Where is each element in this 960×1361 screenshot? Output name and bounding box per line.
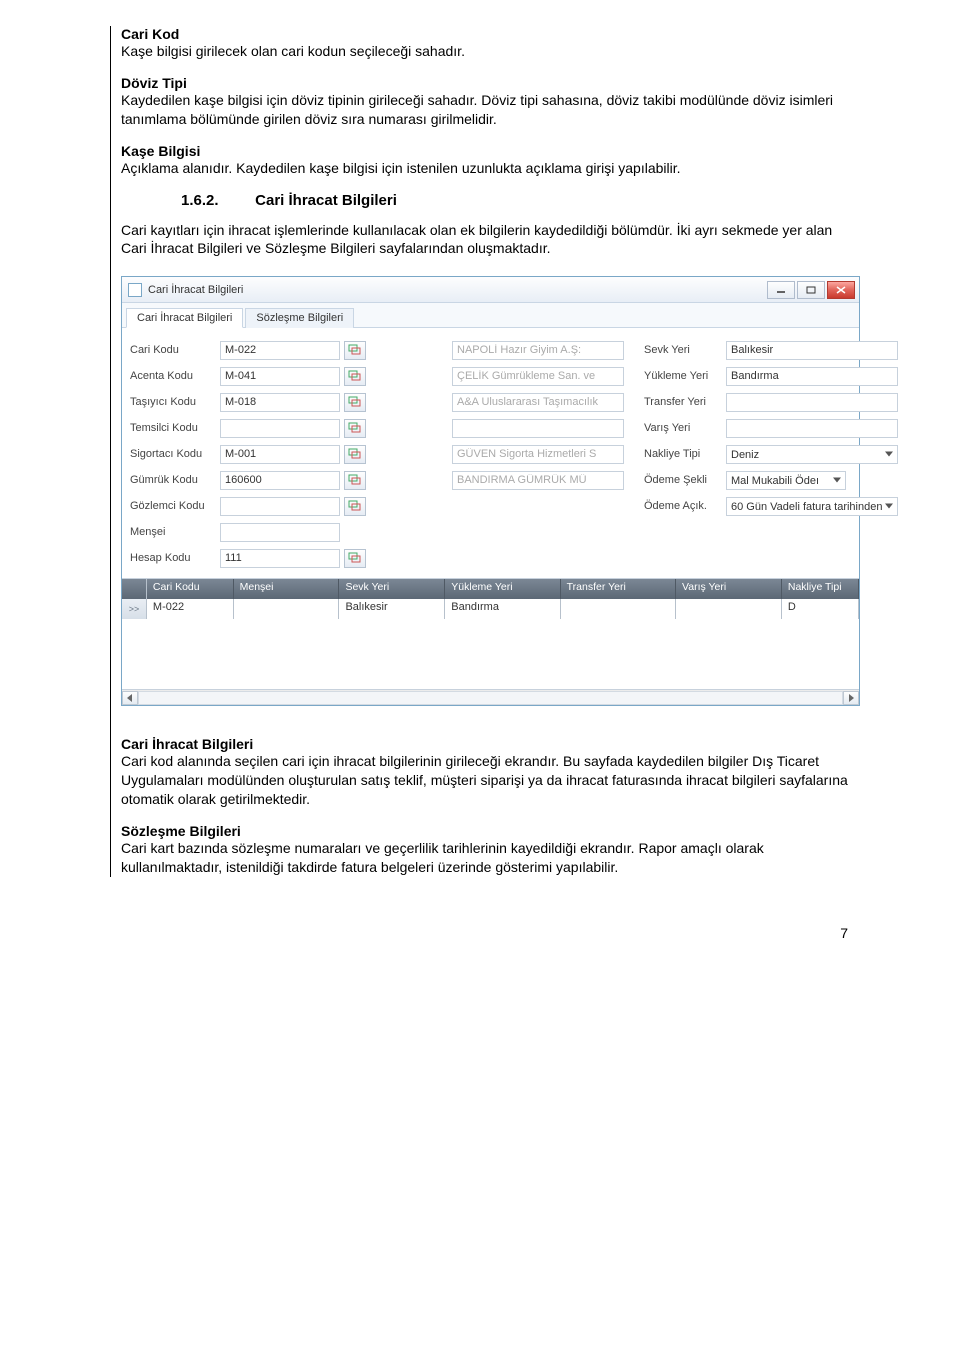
data-grid: Cari Kodu Menşei Sevk Yeri Yükleme Yeri … [122, 578, 859, 705]
scroll-right-icon[interactable] [843, 691, 859, 705]
label-cari-kodu: Cari Kodu [130, 344, 216, 356]
input-sigortaci-kodu[interactable] [220, 445, 340, 464]
readonly-temsilci-desc [452, 419, 624, 438]
label-gumruk-kodu: Gümrük Kodu [130, 474, 216, 486]
paragraph-sozlesme: Cari kart bazında sözleşme numaraları ve… [121, 839, 860, 877]
lookup-gumruk-kodu[interactable] [344, 471, 366, 490]
paragraph-intro: Cari kayıtları için ihracat işlemlerinde… [121, 221, 860, 259]
row-marker-icon: >> [122, 599, 147, 619]
input-hesap-kodu[interactable] [220, 549, 340, 568]
window-titlebar: Cari İhracat Bilgileri [122, 277, 859, 303]
readonly-acenta-desc [452, 367, 624, 386]
grid-header-sevk-yeri[interactable]: Sevk Yeri [339, 579, 445, 599]
cell-yukleme-yeri[interactable]: Bandırma [445, 599, 560, 619]
lookup-sigortaci-kodu[interactable] [344, 445, 366, 464]
label-gozlemci-kodu: Gözlemci Kodu [130, 500, 216, 512]
heading-sozlesme: Sözleşme Bilgileri [121, 823, 860, 839]
cell-nakliye-tipi[interactable]: D [782, 599, 859, 619]
app-icon [128, 283, 142, 297]
subchapter-title: Cari İhracat Bilgileri [255, 192, 397, 209]
input-temsilci-kodu[interactable] [220, 419, 340, 438]
grid-gutter-head [122, 579, 147, 599]
lookup-gozlemci-kodu[interactable] [344, 497, 366, 516]
label-acenta-kodu: Acenta Kodu [130, 370, 216, 382]
input-tasiyici-kodu[interactable] [220, 393, 340, 412]
readonly-sigortaci-desc [452, 445, 624, 464]
heading-cari-ihracat: Cari İhracat Bilgileri [121, 736, 860, 752]
label-odeme-sekli: Ödeme Şekli [644, 474, 722, 486]
app-window: Cari İhracat Bilgileri Cari İhracat Bilg… [121, 276, 860, 706]
paragraph-kase-bilgisi: Açıklama alanıdır. Kaydedilen kaşe bilgi… [121, 159, 860, 178]
grid-header-yukleme-yeri[interactable]: Yükleme Yeri [445, 579, 560, 599]
grid-header-transfer-yeri[interactable]: Transfer Yeri [561, 579, 676, 599]
input-transfer-yeri[interactable] [726, 393, 898, 412]
form-area: Cari Kodu Acenta Kodu Taşıyıcı Kodu [122, 328, 859, 578]
grid-header-cari-kodu[interactable]: Cari Kodu [147, 579, 234, 599]
lookup-temsilci-kodu[interactable] [344, 419, 366, 438]
label-varis-yeri: Varış Yeri [644, 422, 722, 434]
subchapter-heading: 1.6.2. Cari İhracat Bilgileri [181, 192, 860, 209]
tab-strip: Cari İhracat Bilgileri Sözleşme Bilgiler… [122, 303, 859, 328]
cell-varis-yeri[interactable] [676, 599, 782, 619]
label-odeme-acik: Ödeme Açık. [644, 500, 722, 512]
scroll-track[interactable] [138, 691, 843, 705]
table-row[interactable]: >> M-022 Balıkesir Bandırma D [122, 599, 859, 619]
input-gumruk-kodu[interactable] [220, 471, 340, 490]
horizontal-scrollbar[interactable] [122, 689, 859, 705]
input-gozlemci-kodu[interactable] [220, 497, 340, 516]
input-sevk-yeri[interactable] [726, 341, 898, 360]
input-mensei[interactable] [220, 523, 340, 542]
input-acenta-kodu[interactable] [220, 367, 340, 386]
tab-sozlesme[interactable]: Sözleşme Bilgileri [245, 308, 354, 328]
readonly-cari-desc [452, 341, 624, 360]
label-transfer-yeri: Transfer Yeri [644, 396, 722, 408]
lookup-tasiyici-kodu[interactable] [344, 393, 366, 412]
label-hesap-kodu: Hesap Kodu [130, 552, 216, 564]
input-varis-yeri[interactable] [726, 419, 898, 438]
label-sigortaci-kodu: Sigortacı Kodu [130, 448, 216, 460]
label-temsilci-kodu: Temsilci Kodu [130, 422, 216, 434]
paragraph-doviz-tipi: Kaydedilen kaşe bilgisi için döviz tipin… [121, 91, 860, 129]
lookup-acenta-kodu[interactable] [344, 367, 366, 386]
grid-header-varis-yeri[interactable]: Varış Yeri [676, 579, 782, 599]
input-yukleme-yeri[interactable] [726, 367, 898, 386]
label-yukleme-yeri: Yükleme Yeri [644, 370, 722, 382]
heading-kase-bilgisi: Kaşe Bilgisi [121, 143, 860, 159]
grid-header-mensei[interactable]: Menşei [234, 579, 340, 599]
heading-cari-kod: Cari Kod [121, 26, 860, 42]
maximize-button[interactable] [797, 281, 825, 299]
page-number: 7 [110, 891, 860, 941]
window-title: Cari İhracat Bilgileri [148, 284, 243, 296]
label-nakliye-tipi: Nakliye Tipi [644, 448, 722, 460]
select-nakliye-tipi[interactable]: Deniz [726, 445, 898, 464]
readonly-gumruk-desc [452, 471, 624, 490]
scroll-left-icon[interactable] [122, 691, 138, 705]
lookup-cari-kodu[interactable] [344, 341, 366, 360]
select-odeme-sekli[interactable]: Mal Mukabili Ödeı [726, 471, 846, 490]
grid-empty-area [122, 619, 859, 689]
readonly-tasiyici-desc [452, 393, 624, 412]
paragraph-cari-kod: Kaşe bilgisi girilecek olan cari kodun s… [121, 42, 860, 61]
cell-cari-kodu[interactable]: M-022 [147, 599, 234, 619]
label-mensei: Menşei [130, 526, 216, 538]
grid-header-nakliye-tipi[interactable]: Nakliye Tipi [782, 579, 859, 599]
select-odeme-acik[interactable]: 60 Gün Vadeli fatura tarihinden [726, 497, 898, 516]
input-cari-kodu[interactable] [220, 341, 340, 360]
heading-doviz-tipi: Döviz Tipi [121, 75, 860, 91]
label-sevk-yeri: Sevk Yeri [644, 344, 722, 356]
cell-mensei[interactable] [234, 599, 340, 619]
subchapter-number: 1.6.2. [181, 192, 251, 209]
minimize-button[interactable] [767, 281, 795, 299]
close-button[interactable] [827, 281, 855, 299]
cell-transfer-yeri[interactable] [561, 599, 676, 619]
paragraph-cari-ihracat: Cari kod alanında seçilen cari için ihra… [121, 752, 860, 809]
lookup-hesap-kodu[interactable] [344, 549, 366, 568]
tab-cari-ihracat[interactable]: Cari İhracat Bilgileri [126, 308, 243, 328]
cell-sevk-yeri[interactable]: Balıkesir [339, 599, 445, 619]
label-tasiyici-kodu: Taşıyıcı Kodu [130, 396, 216, 408]
